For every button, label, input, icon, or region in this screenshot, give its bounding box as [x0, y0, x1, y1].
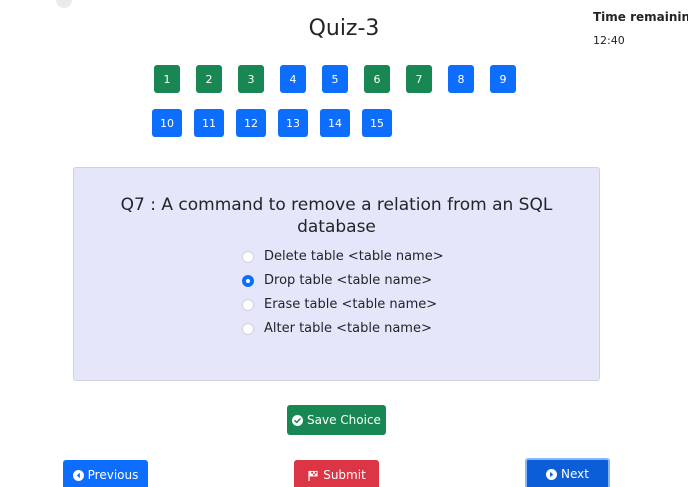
previous-button[interactable]: Previous — [63, 460, 148, 487]
previous-label: Previous — [87, 468, 139, 482]
arrow-right-circle-icon — [546, 468, 558, 480]
radio-button-selected[interactable] — [242, 274, 254, 287]
submit-label: Submit — [323, 468, 366, 482]
option-drop-table[interactable]: Drop table <table name> — [242, 273, 432, 288]
option-erase-table[interactable]: Erase table <table name> — [242, 297, 437, 312]
question-nav-button-7[interactable]: 7 — [406, 65, 432, 93]
check-circle-icon — [292, 414, 304, 426]
radio-button[interactable] — [242, 298, 254, 311]
option-delete-table[interactable]: Delete table <table name> — [242, 249, 444, 264]
question-nav-button-8[interactable]: 8 — [448, 65, 474, 93]
question-nav-button-3[interactable]: 3 — [238, 65, 264, 93]
page-title: Quiz-3 — [308, 16, 380, 41]
question-nav-button-2[interactable]: 2 — [196, 65, 222, 93]
logo-icon — [56, 0, 72, 8]
question-nav-button-15[interactable]: 15 — [362, 109, 392, 137]
question-card: Q7 : A command to remove a relation from… — [73, 167, 600, 381]
radio-button[interactable] — [242, 322, 254, 335]
quiz-page: Quiz-3 Time remaining 12:40 1 2 3 4 5 6 … — [0, 0, 688, 487]
submit-button[interactable]: Submit — [294, 460, 379, 487]
option-alter-table[interactable]: Alter table <table name> — [242, 321, 432, 336]
option-label: Delete table <table name> — [264, 249, 444, 264]
save-choice-label: Save Choice — [307, 413, 381, 427]
flag-icon — [307, 470, 319, 481]
question-nav-button-1[interactable]: 1 — [154, 65, 180, 93]
timer-label: Time remaining — [593, 10, 688, 24]
question-nav-button-11[interactable]: 11 — [194, 109, 224, 137]
question-nav-button-14[interactable]: 14 — [320, 109, 350, 137]
question-nav-button-12[interactable]: 12 — [236, 109, 266, 137]
option-label: Alter table <table name> — [264, 321, 432, 336]
next-label: Next — [561, 467, 589, 481]
question-nav-button-6[interactable]: 6 — [364, 65, 390, 93]
option-label: Drop table <table name> — [264, 273, 433, 288]
question-nav-button-9[interactable]: 9 — [490, 65, 516, 93]
question-text: Q7 : A command to remove a relation from… — [120, 195, 553, 237]
timer-value: 12:40 — [593, 34, 625, 47]
next-button[interactable]: Next — [525, 458, 610, 487]
arrow-left-circle-icon — [72, 469, 84, 481]
question-nav-button-13[interactable]: 13 — [278, 109, 308, 137]
question-nav-button-5[interactable]: 5 — [322, 65, 348, 93]
option-label: Erase table <table name> — [264, 297, 438, 312]
question-nav-button-4[interactable]: 4 — [280, 65, 306, 93]
radio-button[interactable] — [242, 250, 254, 263]
question-nav-button-10[interactable]: 10 — [152, 109, 182, 137]
save-choice-button[interactable]: Save Choice — [287, 405, 386, 435]
